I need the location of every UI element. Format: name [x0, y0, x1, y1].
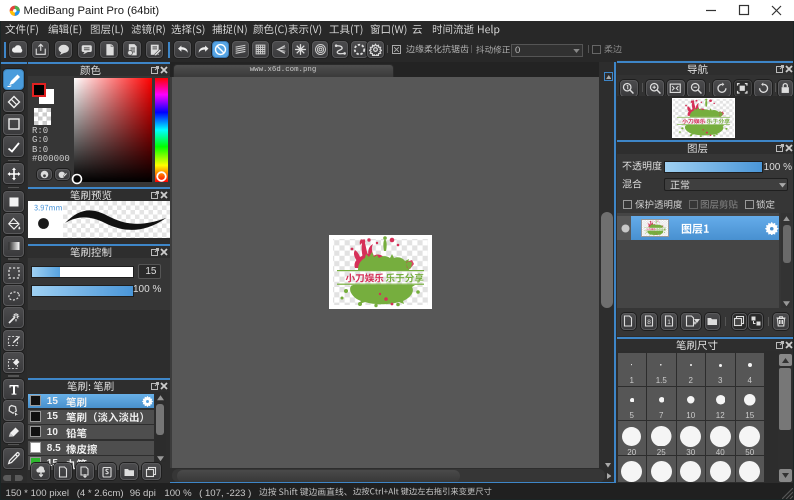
svg-text:1: 1: [667, 319, 671, 326]
svg-text:8: 8: [647, 319, 651, 326]
